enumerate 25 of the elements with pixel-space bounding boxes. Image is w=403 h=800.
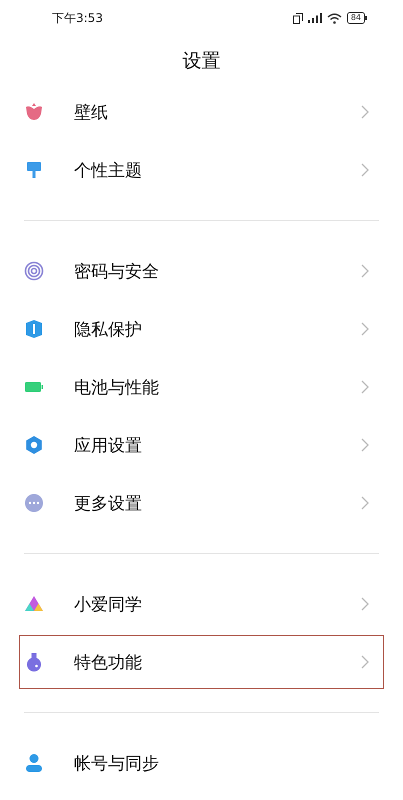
- page-title: 设置: [182, 49, 220, 74]
- settings-item[interactable]: 应用设置: [0, 416, 403, 474]
- signal-icon: [308, 13, 322, 23]
- battery-indicator: 84: [346, 12, 367, 24]
- settings-item[interactable]: 小爱同学: [0, 575, 403, 633]
- settings-item[interactable]: 隐私保护: [0, 300, 403, 358]
- wifi-icon: [326, 12, 342, 24]
- flower-icon: [24, 102, 44, 122]
- settings-item[interactable]: 更多设置: [0, 474, 403, 532]
- screen-rotate-icon: [292, 12, 303, 24]
- flask-icon: [24, 652, 44, 672]
- paint-roller-icon: [24, 160, 44, 180]
- status-time: 下午3:53: [52, 10, 103, 26]
- triangle-logo-icon: [24, 594, 44, 614]
- more-icon: [24, 493, 44, 513]
- settings-item[interactable]: 密码与安全: [0, 242, 403, 300]
- shield-icon: [24, 319, 44, 339]
- settings-item[interactable]: 个性主题: [0, 141, 403, 199]
- settings-item[interactable]: 壁纸: [0, 83, 403, 141]
- gear-icon: [24, 435, 44, 455]
- fingerprint-icon: [24, 261, 44, 281]
- settings-item[interactable]: 帐号与同步: [0, 734, 403, 792]
- settings-item[interactable]: 特色功能: [17, 633, 386, 691]
- person-icon: [24, 753, 44, 773]
- settings-item[interactable]: 电池与性能: [0, 358, 403, 416]
